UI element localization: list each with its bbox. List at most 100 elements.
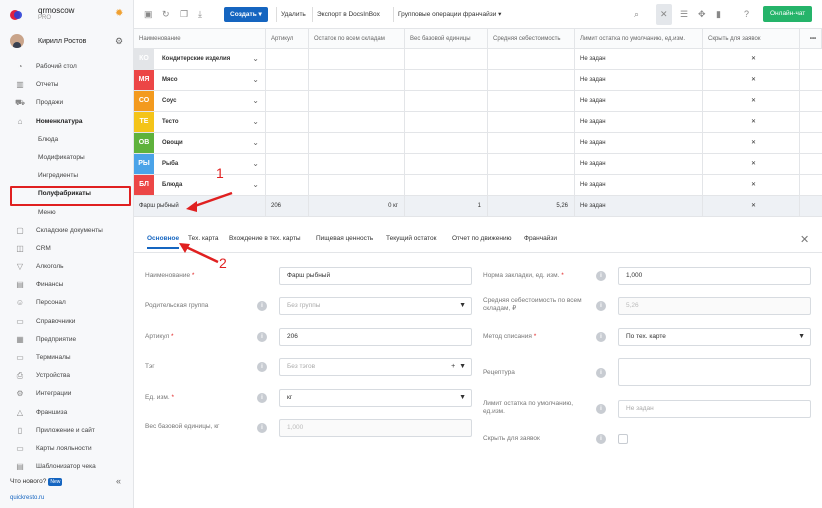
- tab[interactable]: Вхождение в тех. карты: [229, 235, 301, 242]
- parent-group-select[interactable]: Без группы ▼: [279, 297, 472, 315]
- group-row[interactable]: КО Кондитерские изделия ⌄ Не задан ✕: [134, 49, 822, 70]
- sidebar-item[interactable]: ⚙ Интеграции: [0, 385, 134, 403]
- user-profile[interactable]: Кирилл Ростов ⚙: [10, 34, 130, 50]
- sidebar-item[interactable]: ◫ CRM: [0, 240, 134, 258]
- sidebar-item[interactable]: Полуфабрикаты: [0, 185, 134, 207]
- brand[interactable]: qrmoscow PRO ✹: [10, 6, 130, 24]
- group-row[interactable]: МЯ Мясо ⌄ Не задан ✕: [134, 70, 822, 91]
- column-header[interactable]: Скрыть для заявок: [703, 29, 800, 49]
- unit-select[interactable]: кг ▼: [279, 389, 472, 407]
- hide-checkbox[interactable]: [618, 434, 628, 444]
- column-header[interactable]: Наименование: [134, 29, 266, 49]
- group-row[interactable]: ОВ Овощи ⌄ Не задан ✕: [134, 133, 822, 154]
- sidebar-item[interactable]: Блюда: [0, 131, 134, 149]
- expand-chevron-icon[interactable]: ⌄: [252, 91, 259, 111]
- tab[interactable]: Текущий остаток: [386, 235, 436, 242]
- info-icon[interactable]: i: [257, 301, 267, 311]
- more-options-icon[interactable]: •••: [800, 29, 822, 49]
- group-row[interactable]: РЫ Рыба ⌄ Не задан ✕: [134, 154, 822, 175]
- recipe-textarea[interactable]: [618, 358, 811, 386]
- expand-chevron-icon[interactable]: ⌄: [252, 133, 259, 153]
- create-button[interactable]: Создать ▾: [224, 7, 268, 22]
- franchise-ops-dropdown[interactable]: Групповые операции франчайзи ▾: [393, 7, 505, 22]
- download-icon[interactable]: ⤓: [198, 0, 202, 29]
- online-chat-button[interactable]: Онлайн-чат: [763, 6, 813, 22]
- tab[interactable]: Тех. карта: [188, 235, 219, 242]
- sidebar-item[interactable]: ⌂ Номенклатура: [0, 113, 134, 131]
- info-icon[interactable]: i: [257, 393, 267, 403]
- column-header[interactable]: Артикул: [266, 29, 309, 49]
- sidebar-item[interactable]: Модификаторы: [0, 149, 134, 167]
- tag-select[interactable]: Без тэгов + ▼: [279, 358, 472, 376]
- collapse-sidebar-icon[interactable]: «: [116, 476, 121, 486]
- move-icon[interactable]: ✥: [698, 0, 706, 29]
- hide-cross-icon: ✕: [703, 196, 800, 217]
- tab[interactable]: Основное: [147, 235, 180, 249]
- expand-chevron-icon[interactable]: ⌄: [252, 70, 259, 90]
- expand-chevron-icon[interactable]: ⌄: [252, 154, 259, 174]
- info-icon[interactable]: i: [596, 301, 606, 311]
- name-input[interactable]: Фарш рыбный: [279, 267, 472, 285]
- sidebar-item[interactable]: ☺ Персонал: [0, 294, 134, 312]
- column-header[interactable]: Лимит остатка по умолчанию, ед.изм.: [575, 29, 703, 49]
- tab[interactable]: Пищевая ценность: [316, 235, 373, 242]
- sidebar-item[interactable]: ⎙ Устройства: [0, 367, 134, 385]
- help-icon[interactable]: ?: [744, 0, 749, 29]
- column-header[interactable]: Средняя себестоимость: [488, 29, 575, 49]
- sidebar-item[interactable]: ▽ Алкоголь: [0, 258, 134, 276]
- info-icon[interactable]: i: [596, 368, 606, 378]
- whats-new-link[interactable]: Что нового? New: [10, 478, 63, 486]
- tools-icon[interactable]: ✕: [656, 4, 672, 25]
- sidebar-item[interactable]: Ингредиенты: [0, 167, 134, 185]
- sidebar-item[interactable]: ▯ Приложение и сайт: [0, 422, 134, 440]
- sidebar-item[interactable]: ▥ Отчеты: [0, 76, 134, 94]
- sidebar-item-label: Персонал: [36, 299, 66, 307]
- expand-chevron-icon[interactable]: ⌄: [252, 49, 259, 69]
- info-icon[interactable]: i: [596, 332, 606, 342]
- sidebar-item[interactable]: ⛟ Продажи: [0, 94, 134, 112]
- info-icon[interactable]: i: [257, 362, 267, 372]
- selected-item-row[interactable]: Фарш рыбный 206 0 кг 1 5,26 Не задан ✕: [134, 196, 822, 217]
- refresh-icon[interactable]: ↻: [162, 0, 170, 29]
- sidebar-item[interactable]: ◔ Рабочий стол: [0, 58, 134, 76]
- article-input[interactable]: 206: [279, 328, 472, 346]
- group-row[interactable]: БЛ Блюда ⌄ Не задан ✕: [134, 175, 822, 196]
- tab[interactable]: Отчет по движению: [452, 235, 511, 242]
- close-icon[interactable]: ✕: [800, 233, 809, 246]
- save-icon[interactable]: ▣: [144, 0, 153, 29]
- expand-chevron-icon[interactable]: ⌄: [252, 112, 259, 132]
- info-icon[interactable]: i: [596, 404, 606, 414]
- column-header[interactable]: Вес базовой единицы: [405, 29, 488, 49]
- sidebar-item[interactable]: Меню: [0, 204, 134, 222]
- site-link[interactable]: quickresto.ru: [10, 495, 44, 501]
- sidebar-item[interactable]: △ Франшиза: [0, 404, 134, 422]
- sidebar-item[interactable]: ▭ Терминалы: [0, 349, 134, 367]
- info-icon[interactable]: i: [596, 271, 606, 281]
- tab[interactable]: Франчайзи: [524, 235, 557, 242]
- sidebar-item[interactable]: ▭ Карты лояльности: [0, 440, 134, 458]
- sidebar-item[interactable]: ▢ Складские документы: [0, 222, 134, 240]
- sidebar-item[interactable]: ▤ Шаблонизатор чека: [0, 458, 134, 476]
- info-icon[interactable]: i: [257, 423, 267, 433]
- norm-input[interactable]: 1,000: [618, 267, 811, 285]
- writeoff-select[interactable]: По тех. карте ▼: [618, 328, 811, 346]
- info-icon[interactable]: i: [596, 434, 606, 444]
- search-icon[interactable]: ⌕: [634, 0, 639, 29]
- column-header[interactable]: Остаток по всем складам: [309, 29, 405, 49]
- group-row[interactable]: ТЕ Тесто ⌄ Не задан ✕: [134, 112, 822, 133]
- list-view-icon[interactable]: ☰: [680, 0, 688, 29]
- export-docsinbox-button[interactable]: Экспорт в DocsInBox: [312, 7, 384, 22]
- sidebar-item[interactable]: ▦ Предприятие: [0, 331, 134, 349]
- group-row[interactable]: СО Соус ⌄ Не задан ✕: [134, 91, 822, 112]
- expand-chevron-icon[interactable]: ⌄: [252, 175, 259, 195]
- delete-button[interactable]: Удалить: [276, 7, 310, 22]
- limit-input[interactable]: Не задан: [618, 400, 811, 418]
- sidebar-item[interactable]: ▭ Справочники: [0, 313, 134, 331]
- sidebar-item[interactable]: ▤ Финансы: [0, 276, 134, 294]
- trash-icon[interactable]: ▮: [716, 0, 721, 29]
- user-settings-icon[interactable]: ⚙: [115, 36, 123, 47]
- theme-sun-icon[interactable]: ✹: [115, 8, 123, 19]
- base-weight-input[interactable]: 1,000: [279, 419, 472, 437]
- copy-icon[interactable]: ❐: [180, 0, 188, 29]
- info-icon[interactable]: i: [257, 332, 267, 342]
